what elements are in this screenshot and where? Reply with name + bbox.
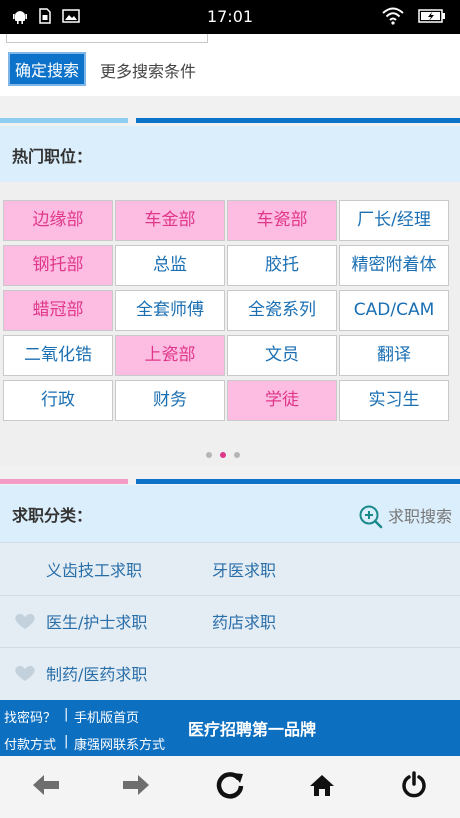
browser-nav-bar <box>0 756 460 818</box>
brand-slogan: 医疗招聘第一品牌 <box>188 720 317 739</box>
search-input[interactable] <box>6 34 208 43</box>
job-category-dental-tech[interactable]: 义齿技工求职 <box>46 557 142 581</box>
hot-positions-grid: 边缘部 车金部 车瓷部 厂长/经理钢托部 总监 胶托 精密附着体蜡冠部 全套师傅 全瓷系列 CAD… <box>0 182 460 466</box>
job-category-title: 求职分类： <box>12 506 93 525</box>
hot-position-cell[interactable]: 车瓷部 <box>227 200 337 241</box>
contact-link[interactable]: 康强网联系方式 <box>74 734 165 753</box>
hot-position-cell[interactable]: 学徒 <box>227 380 337 421</box>
hot-position-cell[interactable]: 钢托部 <box>3 245 113 286</box>
more-search-conditions-link[interactable]: 更多搜索条件 <box>100 58 196 82</box>
confirm-search-button[interactable]: 确定搜索 <box>8 52 86 86</box>
hot-position-cell[interactable]: 蜡冠部 <box>3 290 113 331</box>
tab-indicator-dark-2 <box>136 479 460 484</box>
forward-button[interactable] <box>118 770 154 804</box>
page-indicator <box>206 452 240 458</box>
hot-position-cell[interactable]: 全瓷系列 <box>227 290 337 331</box>
hot-position-cell[interactable]: 精密附着体 <box>339 245 449 286</box>
hot-position-cell[interactable]: 翻译 <box>339 335 449 376</box>
battery-charging-icon <box>418 8 446 28</box>
power-icon <box>400 771 428 803</box>
power-button[interactable] <box>396 770 432 804</box>
job-search-link[interactable]: 求职搜索 <box>358 496 452 534</box>
arrow-left-icon <box>31 772 61 802</box>
hot-position-cell[interactable]: CAD/CAM <box>339 290 449 331</box>
wifi-icon <box>382 7 404 29</box>
payment-method-link[interactable]: 付款方式 <box>4 734 56 753</box>
job-category-pharmacy[interactable]: 药店求职 <box>212 609 276 633</box>
hot-position-cell[interactable]: 边缘部 <box>3 200 113 241</box>
home-icon <box>308 772 336 802</box>
hot-position-cell[interactable]: 上瓷部 <box>115 335 225 376</box>
job-category-doctor-nurse[interactable]: 医生/护士求职 <box>46 609 147 633</box>
hot-position-cell[interactable]: 总监 <box>115 245 225 286</box>
footer-separator: | <box>64 707 69 722</box>
refresh-icon <box>215 770 245 804</box>
status-bar: 17:01 <box>0 0 460 34</box>
page-dot-1 <box>206 452 212 458</box>
hot-position-cell[interactable]: 胶托 <box>227 245 337 286</box>
zoom-in-icon <box>358 504 384 534</box>
footer-separator: | <box>64 734 69 749</box>
refresh-button[interactable] <box>212 770 248 804</box>
tab-indicator-dark <box>136 118 460 123</box>
page-dot-2 <box>220 452 226 458</box>
heart-icon <box>14 612 36 634</box>
hot-positions-title: 热门职位： <box>12 147 93 166</box>
hot-position-cell[interactable]: 二氧化锆 <box>3 335 113 376</box>
hot-position-cell[interactable]: 实习生 <box>339 380 449 421</box>
tab-indicator-pink <box>0 479 128 484</box>
mobile-home-link[interactable]: 手机版首页 <box>74 707 139 726</box>
page-dot-3 <box>234 452 240 458</box>
home-button[interactable] <box>304 770 340 804</box>
hot-position-cell[interactable]: 财务 <box>115 380 225 421</box>
tab-indicator-light <box>0 118 128 123</box>
hot-position-cell[interactable]: 行政 <box>3 380 113 421</box>
job-category-dentist[interactable]: 牙医求职 <box>212 557 276 581</box>
heart-icon <box>14 664 36 686</box>
arrow-right-icon <box>121 772 151 802</box>
job-search-label: 求职搜索 <box>387 507 452 526</box>
hot-position-cell[interactable]: 文员 <box>227 335 337 376</box>
find-password-link[interactable]: 找密码？ <box>4 707 56 726</box>
job-category-pharma[interactable]: 制药/医药求职 <box>46 661 147 685</box>
hot-position-cell[interactable]: 车金部 <box>115 200 225 241</box>
hot-position-cell[interactable]: 全套师傅 <box>115 290 225 331</box>
back-button[interactable] <box>28 770 64 804</box>
hot-position-cell[interactable]: 厂长/经理 <box>339 200 449 241</box>
